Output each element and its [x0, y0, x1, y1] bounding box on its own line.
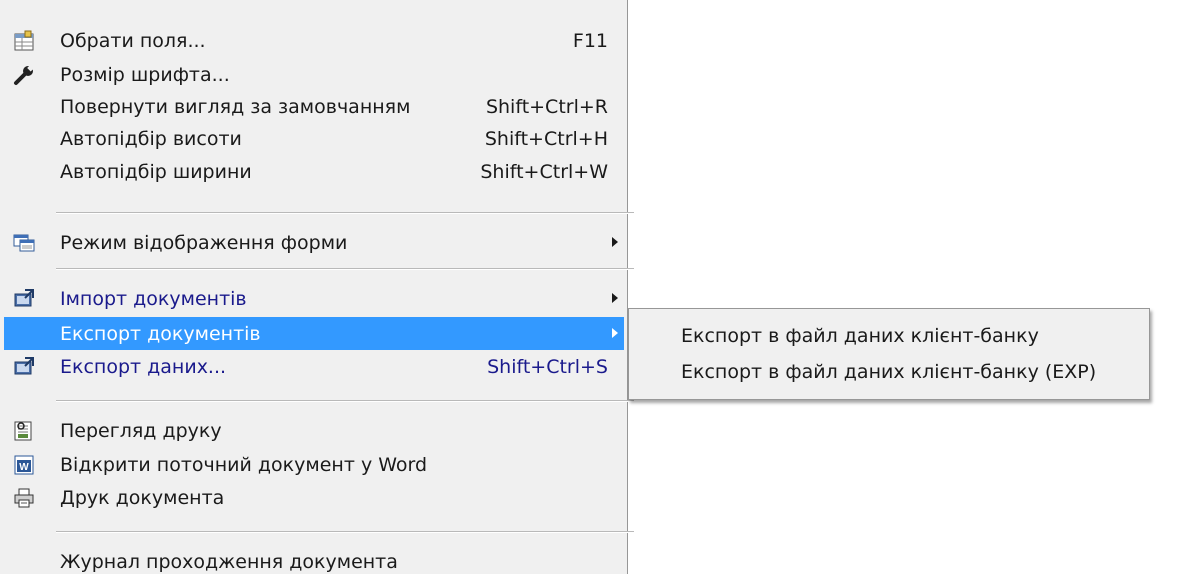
menu-item-label: Експорт даних... — [60, 356, 227, 378]
menu-item-shortcut: Shift+Ctrl+W — [480, 161, 608, 183]
context-menu: Обрати поля... F11 Розмір шрифта... Пове… — [0, 0, 634, 574]
menu-item-label: Відкрити поточний документ у Word — [60, 454, 428, 476]
menu-item-label: Експорт документів — [60, 323, 261, 345]
menu-item-auto-width[interactable]: Автопідбір ширини Shift+Ctrl+W — [4, 155, 624, 188]
menu-item-export-data[interactable]: Експорт даних... Shift+Ctrl+S — [4, 350, 624, 383]
menu-item-import-documents[interactable]: Імпорт документів — [4, 282, 624, 315]
export-data-icon — [13, 356, 35, 378]
menu-item-label: Друк документа — [60, 487, 225, 509]
submenu-arrow-icon — [612, 328, 618, 338]
menu-item-document-log[interactable]: Журнал проходження документа — [4, 545, 624, 578]
menu-item-font-size[interactable]: Розмір шрифта... — [4, 58, 624, 91]
export-submenu: Експорт в файл даних клієнт-банку Експор… — [628, 308, 1150, 400]
submenu-item-label: Експорт в файл даних клієнт-банку (EXP) — [681, 361, 1097, 383]
menu-item-label: Автопідбір ширини — [60, 161, 252, 183]
menu-item-label: Обрати поля... — [60, 30, 206, 52]
menu-item-reset-view[interactable]: Повернути вигляд за замовчанням Shift+Ct… — [4, 90, 624, 123]
submenu-item-export-client-bank-exp[interactable]: Експорт в файл даних клієнт-банку (EXP) — [631, 353, 1147, 389]
menu-item-label: Автопідбір висоти — [60, 128, 242, 150]
menu-item-label: Розмір шрифта... — [60, 64, 230, 86]
menu-separator — [56, 400, 634, 402]
menu-item-auto-height[interactable]: Автопідбір висоти Shift+Ctrl+H — [4, 122, 624, 155]
menu-item-label: Журнал проходження документа — [60, 551, 398, 573]
menu-item-shortcut: Shift+Ctrl+S — [487, 356, 608, 378]
import-icon — [13, 288, 35, 310]
menu-item-form-display-mode[interactable]: Режим відображення форми — [4, 226, 624, 259]
submenu-arrow-icon — [612, 237, 618, 247]
menu-separator — [56, 212, 634, 214]
wrench-icon — [13, 64, 35, 86]
menu-item-shortcut: Shift+Ctrl+H — [484, 128, 608, 150]
printer-icon — [13, 487, 35, 509]
svg-text:W: W — [19, 462, 29, 473]
menu-item-label: Імпорт документів — [60, 288, 247, 310]
print-preview-icon — [13, 420, 35, 442]
table-icon — [13, 30, 35, 52]
menu-item-export-documents[interactable]: Експорт документів — [4, 317, 624, 350]
menu-separator — [56, 531, 634, 533]
menu-separator — [56, 268, 634, 270]
menu-item-label: Повернути вигляд за замовчанням — [60, 96, 411, 118]
menu-item-shortcut: Shift+Ctrl+R — [485, 96, 608, 118]
menu-item-select-fields[interactable]: Обрати поля... F11 — [4, 24, 624, 57]
submenu-arrow-icon — [612, 293, 618, 303]
menu-item-label: Режим відображення форми — [60, 232, 348, 254]
menu-item-shortcut: F11 — [572, 30, 608, 52]
submenu-item-label: Експорт в файл даних клієнт-банку — [681, 325, 1039, 347]
menu-item-print-document[interactable]: Друк документа — [4, 481, 624, 514]
menu-item-open-in-word[interactable]: W Відкрити поточний документ у Word — [4, 448, 624, 481]
menu-item-label: Перегляд друку — [60, 420, 222, 442]
submenu-item-export-client-bank[interactable]: Експорт в файл даних клієнт-банку — [631, 317, 1147, 353]
word-icon: W — [13, 454, 35, 476]
form-view-icon — [13, 232, 35, 254]
menu-item-print-preview[interactable]: Перегляд друку — [4, 414, 624, 447]
